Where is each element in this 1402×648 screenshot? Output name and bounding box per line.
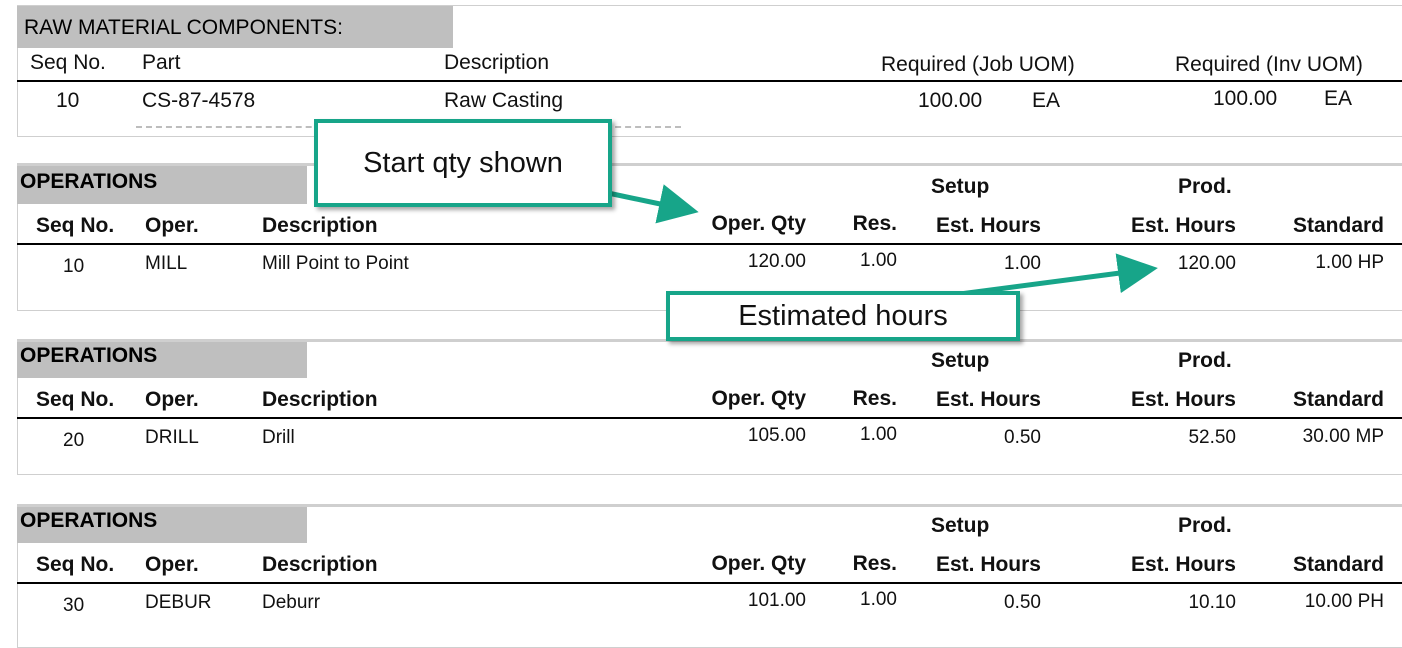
start-qty-callout-text: Start qty shown bbox=[363, 146, 563, 179]
estimated-hours-callout: Estimated hours bbox=[666, 291, 1020, 341]
start-qty-arrow bbox=[607, 184, 699, 224]
start-qty-callout: Start qty shown bbox=[314, 119, 612, 207]
estimated-hours-callout-text: Estimated hours bbox=[738, 299, 948, 332]
